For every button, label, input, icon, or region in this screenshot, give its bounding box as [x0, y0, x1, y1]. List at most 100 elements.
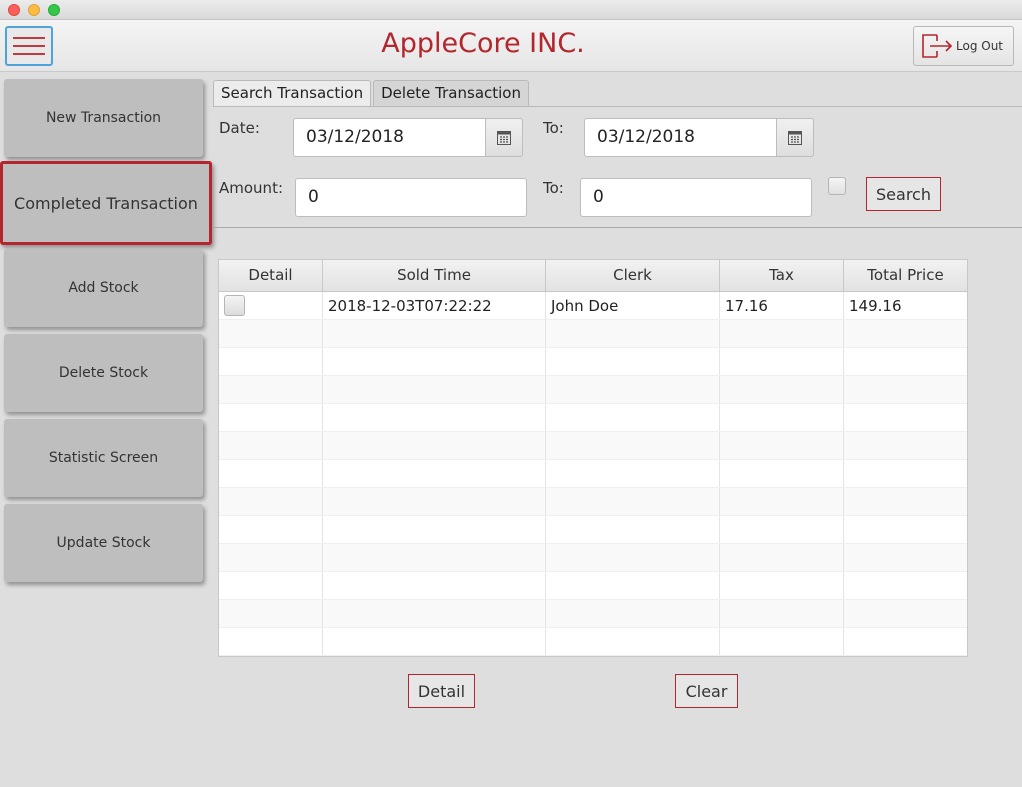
empty-cell: [219, 572, 323, 599]
empty-cell: [720, 544, 844, 571]
empty-cell: [219, 488, 323, 515]
tab-divider: [213, 106, 1022, 107]
calendar-icon: [788, 130, 802, 145]
empty-cell: [219, 460, 323, 487]
empty-cell: [219, 404, 323, 431]
empty-cell: [546, 544, 720, 571]
empty-cell: [323, 628, 546, 655]
column-header-detail[interactable]: Detail: [219, 260, 323, 291]
clear-button[interactable]: Clear: [675, 674, 738, 708]
row-detail-checkbox[interactable]: [224, 294, 245, 316]
empty-cell: [720, 432, 844, 459]
amount-from-field[interactable]: 0: [295, 178, 527, 217]
column-header-sold-time[interactable]: Sold Time: [323, 260, 546, 291]
empty-cell: [546, 628, 720, 655]
empty-cell: [720, 488, 844, 515]
empty-cell: [844, 404, 967, 431]
column-header-clerk[interactable]: Clerk: [546, 260, 720, 291]
amount-to-field[interactable]: 0: [580, 178, 812, 217]
date-to-calendar-button[interactable]: [776, 118, 814, 157]
empty-cell: [844, 348, 967, 375]
empty-table-row: [219, 404, 967, 432]
logout-label: Log Out: [956, 39, 1004, 53]
empty-cell: [323, 348, 546, 375]
window-close-button[interactable]: [8, 4, 20, 16]
app-title: AppleCore INC.: [381, 28, 585, 59]
empty-table-row: [219, 628, 967, 656]
tab-bar: Search Transaction Delete Transaction: [213, 80, 531, 106]
empty-cell: [219, 320, 323, 347]
empty-cell: [720, 600, 844, 627]
total-price-cell: 149.16: [849, 297, 902, 315]
date-from-field[interactable]: 03/12/2018: [293, 118, 486, 157]
empty-cell: [720, 572, 844, 599]
section-divider: [213, 227, 1022, 228]
sidebar-item-label: Update Stock: [56, 535, 151, 551]
empty-cell: [546, 460, 720, 487]
date-to-label: To:: [543, 119, 564, 137]
empty-cell: [546, 376, 720, 403]
empty-cell: [844, 460, 967, 487]
empty-table-row: [219, 432, 967, 460]
empty-cell: [844, 376, 967, 403]
empty-cell: [546, 432, 720, 459]
table-row[interactable]: 2018-12-03T07:22:22 John Doe 17.16 149.1…: [219, 292, 967, 320]
empty-cell: [844, 432, 967, 459]
sidebar-item-completed-transaction[interactable]: Completed Transaction: [0, 161, 212, 245]
empty-cell: [323, 432, 546, 459]
amount-filter-checkbox[interactable]: [828, 177, 846, 195]
logout-button[interactable]: Log Out: [913, 26, 1014, 66]
empty-cell: [844, 600, 967, 627]
tab-search-transaction[interactable]: Search Transaction: [213, 80, 372, 106]
sidebar-item-delete-stock[interactable]: Delete Stock: [4, 334, 203, 412]
empty-cell: [323, 460, 546, 487]
empty-cell: [323, 572, 546, 599]
empty-cell: [219, 600, 323, 627]
empty-table-row: [219, 320, 967, 348]
empty-cell: [546, 572, 720, 599]
sidebar-item-label: New Transaction: [45, 110, 162, 126]
date-to-field[interactable]: 03/12/2018: [584, 118, 777, 157]
empty-table-row: [219, 544, 967, 572]
empty-table-row: [219, 600, 967, 628]
empty-cell: [844, 628, 967, 655]
empty-cell: [844, 544, 967, 571]
empty-cell: [720, 516, 844, 543]
empty-cell: [546, 348, 720, 375]
empty-cell: [219, 432, 323, 459]
empty-cell: [546, 320, 720, 347]
sidebar-item-label: Statistic Screen: [48, 450, 159, 466]
empty-cell: [720, 376, 844, 403]
sidebar-item-add-stock[interactable]: Add Stock: [4, 249, 203, 327]
logout-icon: [922, 34, 953, 58]
date-from-calendar-button[interactable]: [485, 118, 523, 157]
empty-cell: [546, 404, 720, 431]
app-header: AppleCore INC. Log Out: [0, 20, 1022, 72]
date-label: Date:: [219, 119, 260, 137]
sold-time-cell: 2018-12-03T07:22:22: [323, 292, 546, 319]
window-maximize-button[interactable]: [48, 4, 60, 16]
empty-cell: [219, 544, 323, 571]
column-header-total-price[interactable]: Total Price: [844, 260, 967, 291]
table-body: 2018-12-03T07:22:22 John Doe 17.16 149.1…: [219, 292, 967, 656]
sidebar-item-update-stock[interactable]: Update Stock: [4, 504, 203, 582]
sidebar-item-new-transaction[interactable]: New Transaction: [4, 79, 203, 157]
search-button[interactable]: Search: [866, 177, 941, 211]
amount-label: Amount:: [219, 179, 283, 197]
detail-button[interactable]: Detail: [408, 674, 475, 708]
empty-table-row: [219, 488, 967, 516]
empty-cell: [323, 320, 546, 347]
empty-table-row: [219, 460, 967, 488]
empty-cell: [720, 320, 844, 347]
empty-cell: [323, 404, 546, 431]
empty-cell: [219, 628, 323, 655]
empty-table-row: [219, 348, 967, 376]
sidebar-item-label: Delete Stock: [58, 365, 149, 381]
window-minimize-button[interactable]: [28, 4, 40, 16]
empty-cell: [844, 572, 967, 599]
transactions-table: Detail Sold Time Clerk Tax Total Price 2…: [218, 259, 968, 657]
column-header-tax[interactable]: Tax: [720, 260, 844, 291]
tab-delete-transaction[interactable]: Delete Transaction: [373, 80, 529, 106]
sidebar-item-statistic-screen[interactable]: Statistic Screen: [4, 419, 203, 497]
window-titlebar: [0, 0, 1022, 20]
